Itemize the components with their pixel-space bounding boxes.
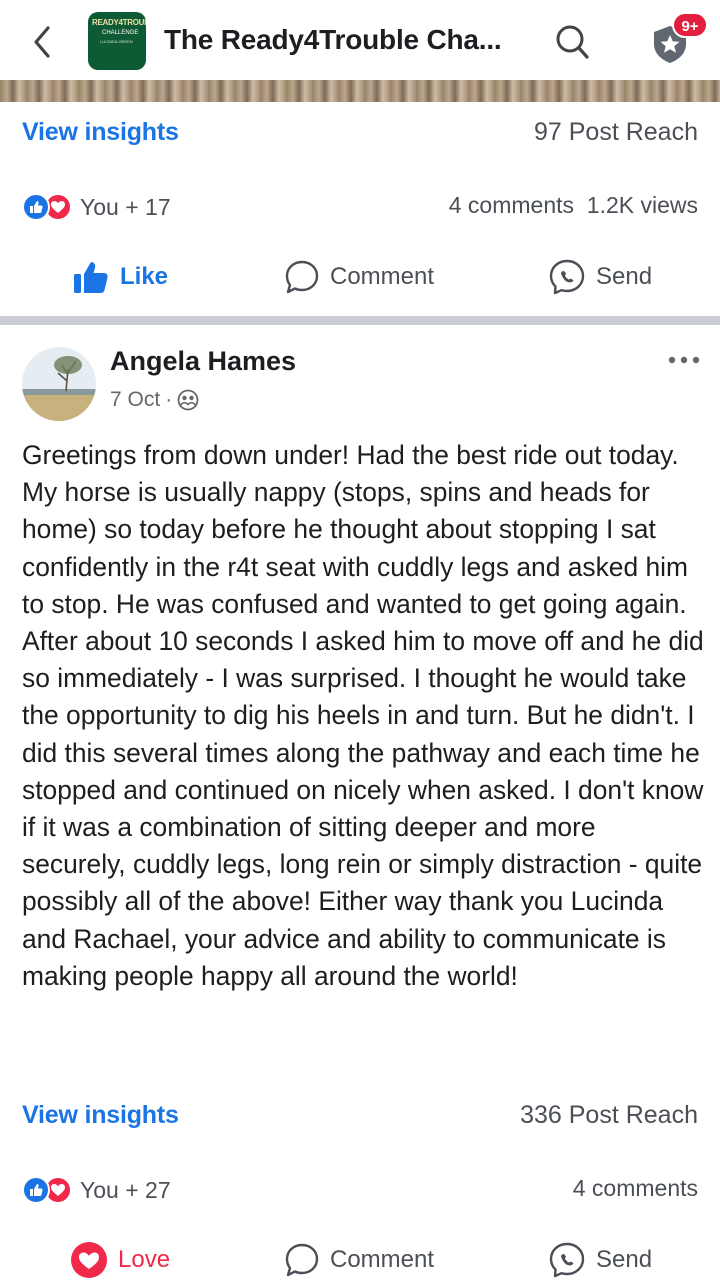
view-insights-link[interactable]: View insights [22,1101,179,1130]
reaction-count: You + 17 [80,193,171,220]
like-label: Like [120,263,169,290]
search-icon [556,25,589,59]
back-button[interactable] [28,22,58,62]
more-dots-icon [668,356,700,364]
post1-reactions-row: You + 17 4 comments 1.2K views [0,192,720,224]
send-label: Send [596,263,653,290]
like-reaction-icon [22,1176,50,1204]
group-members-icon [177,389,199,411]
views-count: 1.2K views [586,192,698,218]
meta-separator: · [165,388,173,411]
post-reach: 97 Post Reach [534,118,698,146]
avatar-landscape-image [22,347,96,421]
back-arrow-icon [34,26,50,58]
comment-bubble-icon [285,260,319,294]
reaction-summary[interactable]: You + 27 [22,1175,171,1205]
comments-count[interactable]: 4 comments [573,1175,698,1202]
love-label: Love [118,1246,171,1273]
comment-bubble-icon [285,1243,319,1277]
comment-button[interactable]: Comment [284,252,434,302]
group-title[interactable]: The Ready4Trouble Cha... [164,24,502,56]
send-button[interactable]: Send [548,252,652,302]
post-options-button[interactable] [664,346,704,376]
post2-insights-row: View insights 336 Post Reach [0,1101,720,1135]
post-reach: 336 Post Reach [520,1101,698,1129]
comment-button[interactable]: Comment [284,1235,434,1285]
comment-label: Comment [330,1246,435,1273]
like-reaction-icon [22,193,50,221]
post1-insights-row: View insights 97 Post Reach [0,118,720,152]
group-logo[interactable]: READY4TROUBLE CHALLENGE LUCINDA GREEN [88,12,146,70]
app-header: READY4TROUBLE CHALLENGE LUCINDA GREEN Th… [0,0,720,82]
send-label: Send [596,1246,653,1273]
post2-reactions-row: You + 27 4 comments [0,1175,720,1207]
comments-count[interactable]: 4 comments [449,192,574,218]
post1-stats: 4 comments 1.2K views [449,192,698,219]
post-text: Greetings from down under! Had the best … [22,440,704,991]
reaction-count: You + 27 [80,1176,171,1203]
post1-action-bar: Like Comment Send [0,252,720,302]
post-meta: 7 Oct · [110,388,199,412]
group-logo-line-3: LUCINDA GREEN [100,39,133,44]
love-button[interactable]: Love [70,1235,170,1285]
messenger-icon [549,259,585,295]
search-button[interactable] [554,22,592,62]
send-button[interactable]: Send [548,1235,652,1285]
author-name[interactable]: Angela Hames [110,346,296,377]
post-separator [0,316,720,325]
comment-label: Comment [330,263,435,290]
view-insights-link[interactable]: View insights [22,118,179,147]
author-avatar[interactable] [22,347,96,421]
group-logo-line-2: CHALLENGE [102,30,139,36]
love-heart-icon [71,1242,107,1278]
group-logo-line-1: READY4TROUBLE [92,18,146,27]
post-date[interactable]: 7 Oct [110,388,160,412]
post2-action-bar: Love Comment Send [0,1235,720,1285]
like-button[interactable]: Like [72,252,168,302]
cover-photo-strip [0,80,720,102]
notification-badge: 9+ [672,12,708,38]
like-thumb-icon [74,262,108,293]
messenger-icon [549,1242,585,1278]
reaction-summary[interactable]: You + 17 [22,192,171,222]
